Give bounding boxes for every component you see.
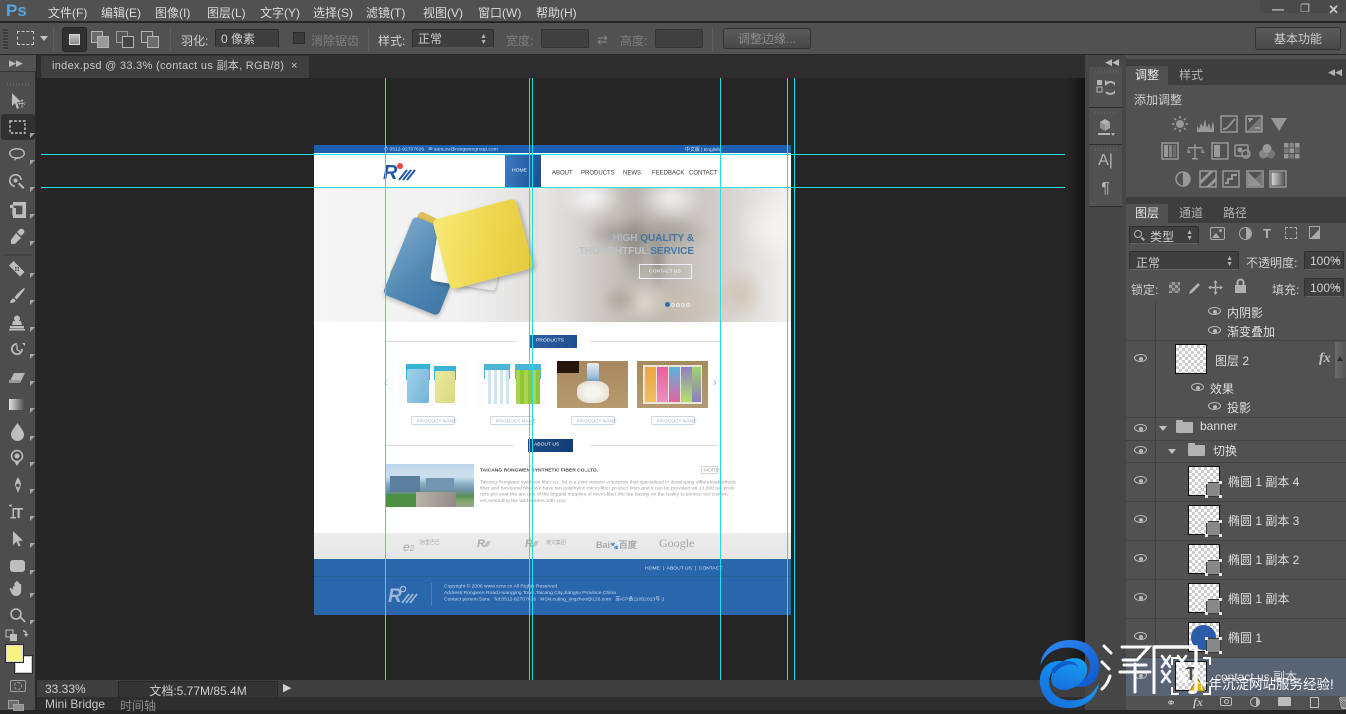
svg-text:!: ! <box>1195 681 1198 692</box>
svg-text:T: T <box>14 505 23 522</box>
